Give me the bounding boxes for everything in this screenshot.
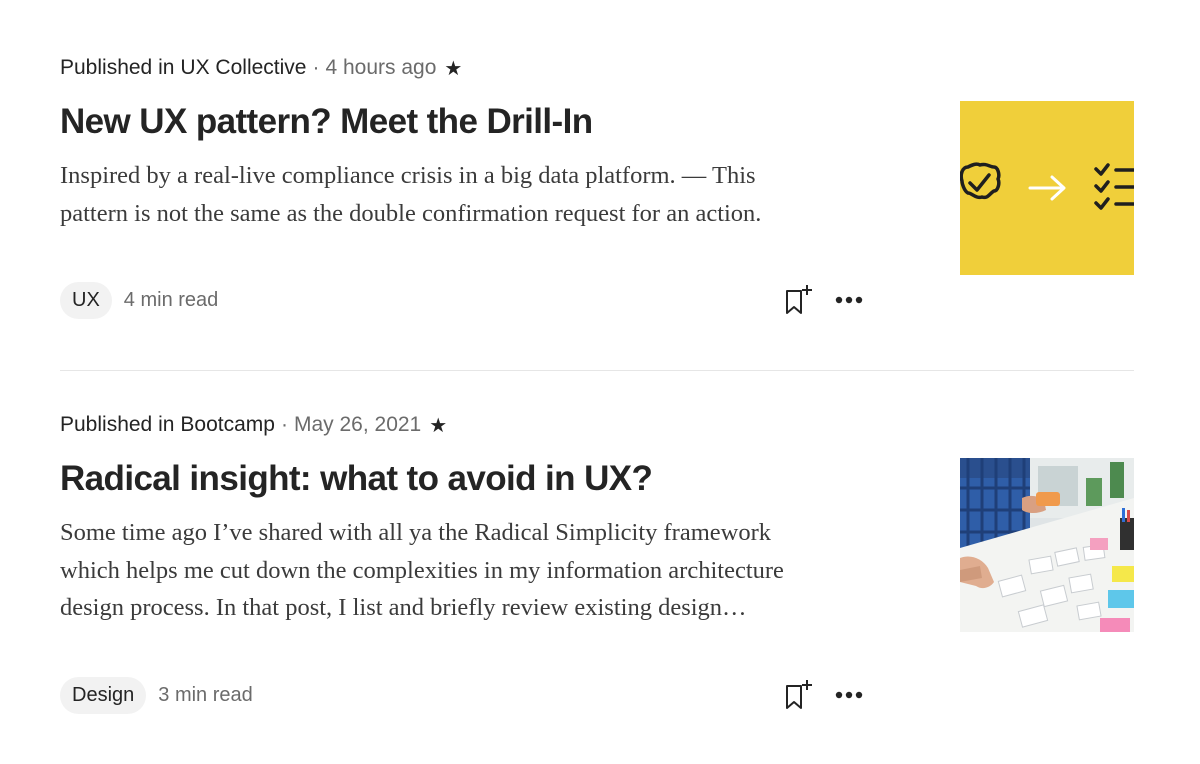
publication-link[interactable]: UX Collective	[180, 56, 306, 80]
article-footer: UX 4 min read	[60, 282, 218, 319]
article-thumbnail[interactable]	[960, 101, 1134, 275]
topic-tag[interactable]: Design	[60, 677, 147, 714]
read-time: 3 min read	[158, 684, 253, 706]
article-subtitle[interactable]: Inspired by a real-live compliance crisi…	[60, 157, 860, 232]
article-subtitle[interactable]: Some time ago I’ve shared with all ya th…	[60, 514, 860, 627]
member-star-icon: ★	[444, 57, 463, 80]
article-meta: Published in UX Collective · 4 hours ago…	[60, 54, 462, 82]
subtitle-line: Inspired by a real-live compliance crisi…	[60, 162, 756, 189]
article-card: Published in UX Collective · 4 hours ago…	[60, 54, 1134, 354]
feed-divider	[60, 370, 1134, 371]
article-meta: Published in Bootcamp · May 26, 2021 ★	[60, 411, 447, 439]
member-star-icon: ★	[429, 414, 448, 437]
meta-separator: ·	[280, 413, 288, 436]
post-date: 4 hours ago	[325, 56, 437, 79]
topic-tag[interactable]: UX	[60, 282, 112, 319]
article-card: Published in Bootcamp · May 26, 2021 ★ R…	[60, 411, 1134, 731]
arrow-right-icon	[1028, 175, 1066, 201]
bookmark-add-icon[interactable]	[782, 678, 814, 712]
article-footer: Design 3 min read	[60, 677, 253, 714]
publication-link[interactable]: Bootcamp	[180, 413, 275, 437]
more-dots-icon[interactable]	[834, 680, 864, 710]
more-dots-icon[interactable]	[834, 285, 864, 315]
post-date: May 26, 2021	[293, 413, 422, 436]
article-actions	[782, 283, 864, 317]
bookmark-add-icon[interactable]	[782, 283, 814, 317]
subtitle-line: Some time ago I’ve shared with all ya th…	[60, 519, 771, 546]
checklist-icon	[1094, 163, 1134, 210]
published-in-label: Published in	[60, 56, 175, 79]
published-in-label: Published in	[60, 413, 175, 436]
article-title[interactable]: Radical insight: what to avoid in UX?	[60, 459, 653, 499]
article-title[interactable]: New UX pattern? Meet the Drill-In	[60, 102, 593, 142]
subtitle-line: design process. In that post, I list and…	[60, 594, 747, 621]
badge-check-icon	[960, 162, 1001, 200]
article-thumbnail[interactable]	[960, 458, 1134, 632]
subtitle-line: which helps me cut down the complexities…	[60, 556, 784, 584]
article-feed: Published in UX Collective · 4 hours ago…	[0, 0, 1200, 764]
read-time: 4 min read	[123, 289, 219, 311]
meta-separator: ·	[312, 56, 320, 79]
subtitle-line: pattern is not the same as the double co…	[60, 199, 762, 227]
article-actions	[782, 678, 864, 712]
